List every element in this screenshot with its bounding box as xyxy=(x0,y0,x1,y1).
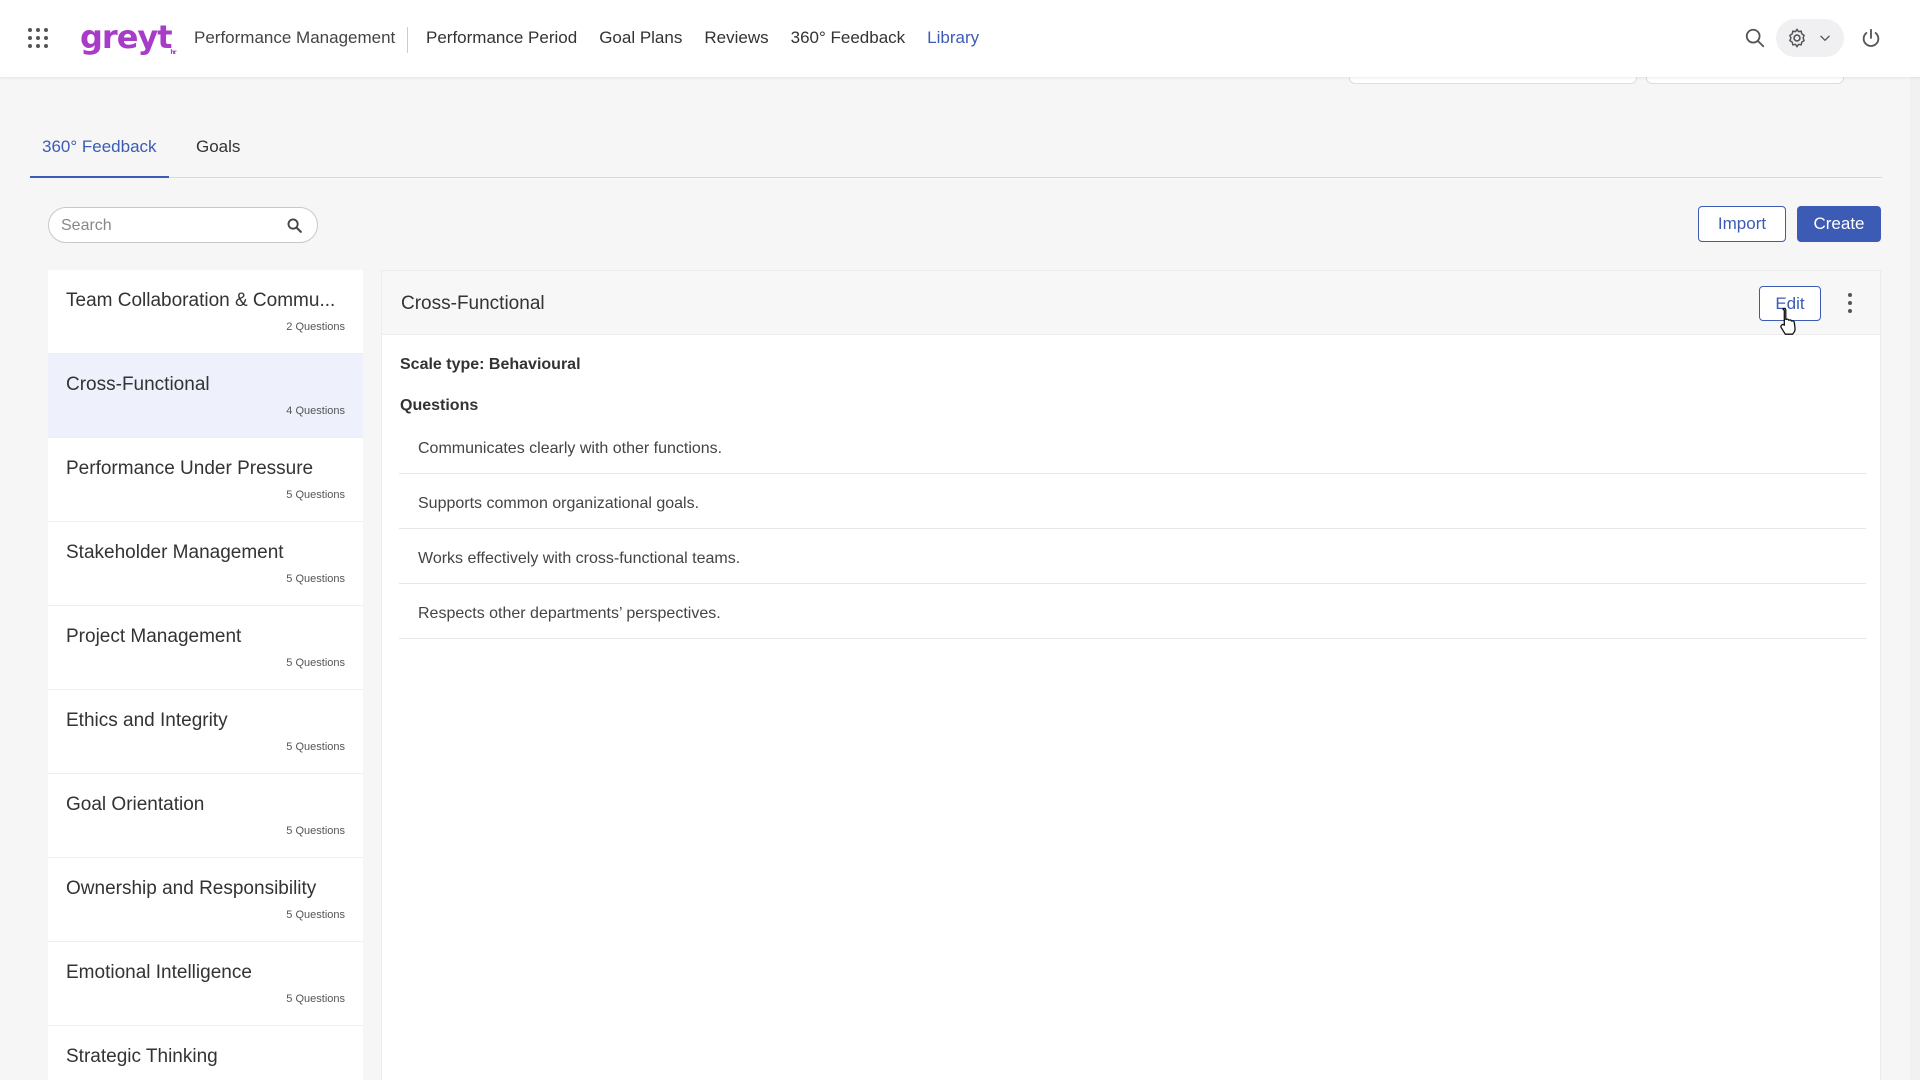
logo-sub: hr xyxy=(170,49,176,56)
list-item-count: 5 Questions xyxy=(286,657,345,669)
library-list: Team Collaboration & Commu... 2 Question… xyxy=(48,270,363,1080)
settings-menu[interactable] xyxy=(1776,19,1844,57)
chevron-down-icon xyxy=(1820,35,1830,41)
gear-icon xyxy=(1789,28,1805,48)
library-tabs: 360° Feedback Goals xyxy=(30,130,1882,178)
list-item-count: 5 Questions xyxy=(286,825,345,837)
list-item[interactable]: Team Collaboration & Commu... 2 Question… xyxy=(48,270,363,354)
list-item-title: Stakeholder Management xyxy=(66,542,284,563)
questions-list: Communicates clearly with other function… xyxy=(399,419,1866,639)
create-button[interactable]: Create xyxy=(1797,206,1881,242)
search-input[interactable] xyxy=(61,214,271,238)
list-item[interactable]: Cross-Functional 4 Questions xyxy=(48,354,363,438)
list-item-count: 5 Questions xyxy=(286,489,345,501)
list-item-title: Project Management xyxy=(66,626,242,647)
list-item-title: Cross-Functional xyxy=(66,374,210,395)
list-item-title: Ethics and Integrity xyxy=(66,710,228,731)
search-icon[interactable] xyxy=(1744,27,1766,49)
detail-header: Cross-Functional Edit xyxy=(382,271,1880,335)
list-item-title: Emotional Intelligence xyxy=(66,962,252,983)
questions-heading: Questions xyxy=(400,397,479,414)
nav-reviews[interactable]: Reviews xyxy=(704,27,768,49)
question-item: Works effectively with cross-functional … xyxy=(399,529,1866,584)
list-item[interactable]: Project Management 5 Questions xyxy=(48,606,363,690)
tab-360-feedback[interactable]: 360° Feedback xyxy=(30,130,169,178)
list-item[interactable]: Strategic Thinking xyxy=(48,1026,363,1080)
main-nav: Performance Period Goal Plans Reviews 36… xyxy=(426,27,1001,49)
page-scrollbar[interactable] xyxy=(1910,0,1920,1080)
list-item[interactable]: Ethics and Integrity 5 Questions xyxy=(48,690,363,774)
tab-goals[interactable]: Goals xyxy=(184,130,252,178)
list-item-title: Performance Under Pressure xyxy=(66,458,314,479)
search-icon[interactable] xyxy=(286,217,303,234)
apps-grid-icon[interactable] xyxy=(28,28,48,48)
scale-type: Scale type: Behavioural xyxy=(400,356,581,373)
edit-button[interactable]: Edit xyxy=(1759,286,1821,321)
list-item[interactable]: Ownership and Responsibility 5 Questions xyxy=(48,858,363,942)
list-item-count: 5 Questions xyxy=(286,573,345,585)
list-item-count: 5 Questions xyxy=(286,909,345,921)
list-item-count: 4 Questions xyxy=(286,405,345,417)
detail-title: Cross-Functional xyxy=(401,293,545,314)
nav-performance-period[interactable]: Performance Period xyxy=(426,27,577,49)
logo[interactable]: greyt hr xyxy=(80,18,177,58)
list-item-count: 5 Questions xyxy=(286,741,345,753)
list-item[interactable]: Goal Orientation 5 Questions xyxy=(48,774,363,858)
detail-panel: Cross-Functional Edit Scale type: Behavi… xyxy=(381,270,1881,1080)
question-item: Supports common organizational goals. xyxy=(399,474,1866,529)
list-item-title: Team Collaboration & Commu... xyxy=(66,290,336,311)
nav-360-feedback[interactable]: 360° Feedback xyxy=(791,27,906,49)
nav-goal-plans[interactable]: Goal Plans xyxy=(599,27,682,49)
list-item[interactable]: Stakeholder Management 5 Questions xyxy=(48,522,363,606)
question-item: Communicates clearly with other function… xyxy=(399,419,1866,474)
import-button[interactable]: Import xyxy=(1698,206,1786,242)
module-title[interactable]: Performance Management xyxy=(194,27,409,53)
list-item-title: Ownership and Responsibility xyxy=(66,878,317,899)
search-box xyxy=(48,207,318,243)
list-item-title: Goal Orientation xyxy=(66,794,205,815)
top-navbar: greyt hr Performance Management Performa… xyxy=(0,0,1920,77)
list-item-count: 5 Questions xyxy=(286,993,345,1005)
power-icon[interactable] xyxy=(1860,27,1882,49)
nav-library[interactable]: Library xyxy=(927,27,979,49)
list-item-title: Strategic Thinking xyxy=(66,1046,218,1067)
question-item: Respects other departments’ perspectives… xyxy=(399,584,1866,639)
logo-text: greyt xyxy=(80,18,173,56)
list-item-count: 2 Questions xyxy=(286,321,345,333)
more-options-icon[interactable] xyxy=(1844,291,1856,315)
list-item[interactable]: Emotional Intelligence 5 Questions xyxy=(48,942,363,1026)
list-item[interactable]: Performance Under Pressure 5 Questions xyxy=(48,438,363,522)
